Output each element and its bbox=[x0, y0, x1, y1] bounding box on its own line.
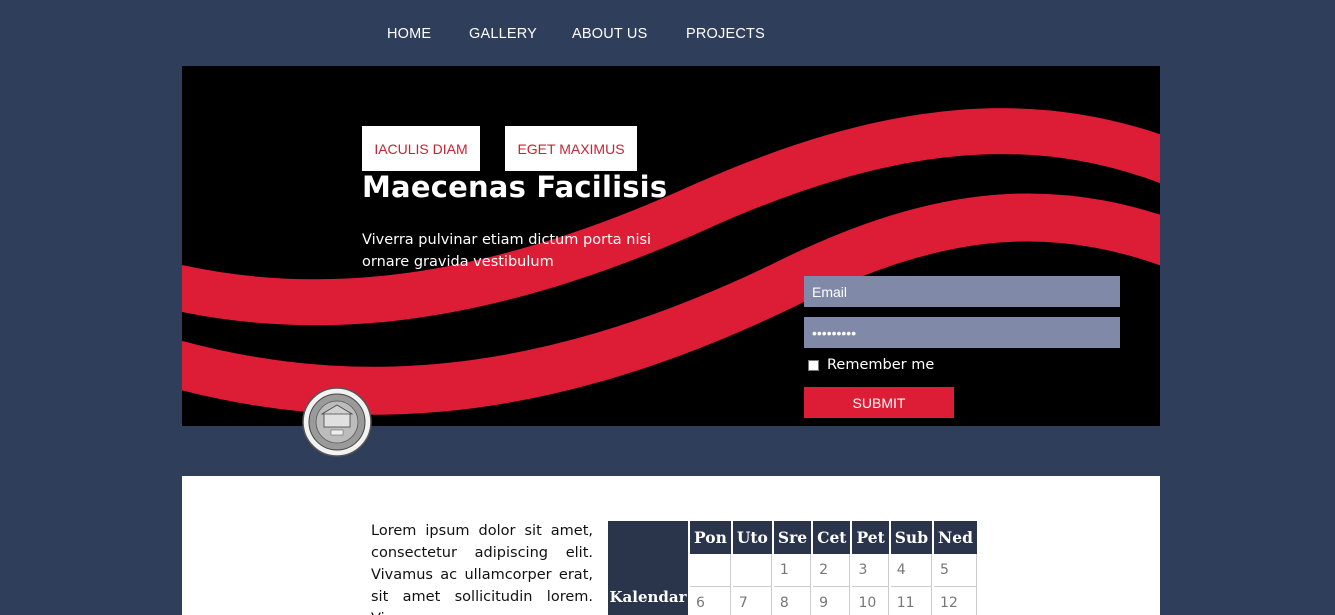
content-section: Lorem ipsum dolor sit amet, consectetur … bbox=[182, 476, 1160, 615]
remember-me-label: Remember me bbox=[827, 357, 935, 373]
top-nav: HOME GALLERY ABOUT US PROJECTS bbox=[0, 26, 1335, 46]
calendar-day[interactable]: 2 bbox=[813, 554, 851, 587]
remember-me-row: Remember me bbox=[808, 357, 934, 373]
calendar-day[interactable]: 4 bbox=[890, 554, 933, 587]
hero-banner: IACULIS DIAM EGET MAXIMUS Maecenas Facil… bbox=[182, 66, 1160, 426]
day-header: Sub bbox=[890, 521, 933, 554]
calendar-day[interactable]: 12 bbox=[934, 587, 977, 615]
day-header: Ned bbox=[934, 521, 977, 554]
eget-maximus-button[interactable]: EGET MAXIMUS bbox=[505, 126, 637, 171]
day-header: Pet bbox=[852, 521, 889, 554]
calendar-day[interactable]: 11 bbox=[891, 587, 933, 615]
red-wave-graphic bbox=[182, 108, 1160, 415]
password-field[interactable] bbox=[804, 317, 1120, 348]
calendar-day[interactable]: 3 bbox=[852, 554, 889, 587]
day-header: Pon bbox=[690, 521, 731, 554]
nav-projects[interactable]: PROJECTS bbox=[686, 26, 765, 42]
day-header: Sre bbox=[773, 521, 812, 554]
nav-gallery[interactable]: GALLERY bbox=[469, 26, 537, 42]
calendar-day[interactable]: 7 bbox=[733, 587, 772, 615]
calendar-day[interactable]: 10 bbox=[852, 587, 889, 615]
lorem-text: Lorem ipsum dolor sit amet, consectetur … bbox=[371, 523, 593, 615]
calendar-day[interactable]: 5 bbox=[934, 554, 977, 587]
calendar-table: Kalendar Pon Uto Sre Cet Pet Sub Ned 1 2… bbox=[606, 521, 979, 615]
day-header: Cet bbox=[813, 521, 851, 554]
hero-title: Maecenas Facilisis bbox=[362, 170, 668, 204]
calendar-day[interactable]: 6 bbox=[690, 587, 731, 615]
calendar-day[interactable] bbox=[732, 554, 772, 587]
day-header: Uto bbox=[732, 521, 772, 554]
nav-about-us[interactable]: ABOUT US bbox=[572, 26, 647, 42]
submit-button[interactable]: SUBMIT bbox=[804, 387, 954, 418]
calendar-day[interactable]: 1 bbox=[773, 554, 812, 587]
calendar-day[interactable]: 8 bbox=[774, 587, 812, 615]
nav-home[interactable]: HOME bbox=[387, 26, 431, 42]
iaculis-diam-button[interactable]: IACULIS DIAM bbox=[362, 126, 480, 171]
calendar-day[interactable] bbox=[690, 554, 731, 587]
calendar-day[interactable]: 9 bbox=[813, 587, 851, 615]
remember-me-checkbox[interactable] bbox=[808, 359, 819, 371]
hero-subtitle: Viverra pulvinar etiam dictum porta nisi… bbox=[362, 232, 652, 270]
email-field[interactable] bbox=[804, 276, 1120, 307]
calendar-label: Kalendar bbox=[608, 521, 688, 615]
university-seal-icon bbox=[302, 387, 372, 457]
